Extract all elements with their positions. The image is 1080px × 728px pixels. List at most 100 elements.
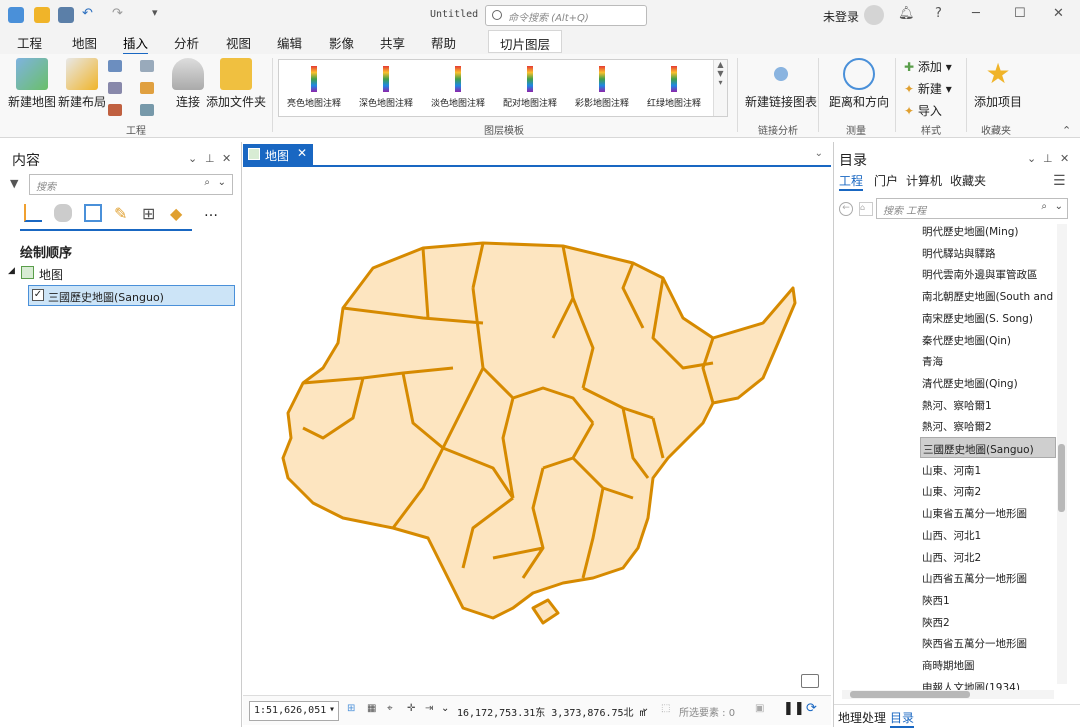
catalog-map-item[interactable]: 山西、河北2 [920,546,1056,567]
catalog-map-item[interactable]: 山東、河南2 [920,480,1056,501]
catalog-map-item[interactable]: 秦代歷史地圖(Qin) [920,329,1056,350]
template-item[interactable]: 亮色地图注释 [287,66,341,109]
catalog-map-item[interactable]: 山東省五萬分一地形圖 [920,502,1056,523]
scroll-thumb[interactable] [1058,444,1065,512]
filter-icon[interactable]: ▼ [10,177,18,190]
collapse-ribbon-icon[interactable]: ⌃ [1062,124,1071,137]
pause-icon[interactable]: ❚❚ [783,701,805,716]
redo-icon[interactable]: ↷ [112,6,123,21]
catalog-search-input[interactable]: 搜索 工程 ⌕ ⌄ [876,198,1068,219]
close-icon[interactable]: ✕ [1053,6,1064,21]
more-icon[interactable]: … [204,204,222,222]
tab-share[interactable]: 共享 [380,33,405,52]
scroll-thumb[interactable] [850,691,970,698]
template-item[interactable]: 深色地图注释 [359,66,413,109]
bell-icon[interactable]: 🔔︎ [898,6,915,21]
home-icon[interactable]: ⌂ [859,202,873,216]
pin-icon[interactable]: ⊥ [1043,152,1053,165]
map-navigator-icon[interactable] [801,674,819,688]
crosshair-icon[interactable]: ✛ [407,703,415,714]
new-layout-button[interactable]: 新建布局 [58,58,106,110]
tab-help[interactable]: 帮助 [431,33,456,52]
list-by-selection-icon[interactable] [84,204,102,222]
catalog-map-item[interactable]: 山東、河南1 [920,459,1056,480]
map-view[interactable]: 地图 ✕ ⌄ 1:51,626,051 ▾ ⊞ ▦ ⌖ ✛ ⇥ ⌄ 16,172… [243,142,831,727]
tab-analysis[interactable]: 分析 [174,33,199,52]
add-item-button[interactable]: ★ 添加项目 [974,58,1022,110]
gallery-scroll[interactable]: ▲ ▼ ▾ [713,60,727,116]
snapping-icon[interactable]: ⌖ [387,703,393,714]
horizontal-scrollbar[interactable] [842,690,1054,699]
catalog-map-item[interactable]: 三國歷史地圖(Sanguo) [920,437,1056,458]
catalog-map-item[interactable]: 明代歷史地圖(Ming) [920,220,1056,241]
maximize-icon[interactable]: ☐ [1014,6,1026,21]
save-icon[interactable] [58,7,74,23]
catalog-map-item[interactable]: 青海 [920,350,1056,371]
report-icon[interactable] [108,60,122,72]
style-import-button[interactable]: ✦ 导入 [904,102,942,119]
tab-catalog-portal[interactable]: 门户 [874,172,898,189]
help-icon[interactable]: ? [935,6,942,21]
tab-edit[interactable]: 编辑 [277,33,302,52]
map-canvas[interactable] [243,168,831,688]
tab-map[interactable]: 地图 [72,33,97,52]
chevron-down-icon[interactable]: ⌄ [641,703,649,714]
catalog-map-item[interactable]: 山西省五萬分一地形圖 [920,567,1056,588]
catalog-map-item[interactable]: 明代雲南外邊與軍管政區 [920,263,1056,284]
add-folder-button[interactable]: 添加文件夹 [206,58,266,110]
list-by-drawing-order-icon[interactable] [24,204,42,222]
catalog-map-item[interactable]: 明代驛站與驛路 [920,242,1056,263]
catalog-map-item[interactable]: 南宋歷史地圖(S. Song) [920,307,1056,328]
python-icon[interactable] [140,104,154,116]
catalog-map-item[interactable]: 商時期地圖 [920,654,1056,675]
tab-view[interactable]: 视图 [226,33,251,52]
scale-selector[interactable]: 1:51,626,051 ▾ [249,701,339,721]
template-item[interactable]: 彩影地图注释 [575,66,629,109]
catalog-map-item[interactable]: 山西、河北1 [920,524,1056,545]
layer-row[interactable]: ✓ 三國歷史地圖(Sanguo) [28,285,235,306]
catalog-map-item[interactable]: 陝西2 [920,611,1056,632]
style-add-button[interactable]: ✚ 添加 ▾ [904,58,952,75]
tab-insert[interactable]: 插入 [123,33,149,55]
connect-button[interactable]: 连接 [172,58,204,110]
map-node[interactable]: 地图 [39,266,63,283]
distance-direction-button[interactable]: 距离和方向 [829,58,889,110]
catalog-map-item[interactable]: 熱河、察哈爾1 [920,394,1056,415]
toolbox-add-icon[interactable] [108,104,122,116]
task-icon[interactable] [140,60,154,72]
vertical-scrollbar[interactable] [1057,224,1067,684]
tab-project[interactable]: 工程 [17,33,42,52]
customize-qat-icon[interactable]: ▾ [152,6,158,19]
list-by-source-icon[interactable] [54,204,72,222]
open-icon[interactable] [34,7,50,23]
catalog-map-item[interactable]: 清代歷史地圖(Qing) [920,372,1056,393]
pencil-icon[interactable]: ✎ [114,204,132,223]
pin-icon[interactable]: ⊥ [205,152,215,165]
template-item[interactable]: 红绿地图注释 [647,66,701,109]
command-search-input[interactable]: 命令搜索 (Alt+Q) [485,5,647,26]
back-icon[interactable]: ← [839,202,853,216]
undo-icon[interactable]: ↶ [82,6,93,21]
map-island[interactable] [531,598,560,625]
tab-catalog[interactable]: 目录 [890,709,915,728]
tab-tile-layer[interactable]: 切片图层 [488,30,562,53]
catalog-map-item[interactable]: 陝西省五萬分一地形圖 [920,632,1056,653]
minimize-icon[interactable]: ─ [972,6,980,21]
pane-menu-icon[interactable]: ⌄ [188,152,197,165]
template-item[interactable]: 配对地图注释 [503,66,557,109]
chevron-down-icon[interactable]: ⌄ [441,703,449,714]
toolbox-icon[interactable] [108,82,122,94]
catalog-map-item[interactable]: 陝西1 [920,589,1056,610]
direction-icon[interactable]: ⇥ [425,703,433,714]
tab-catalog-computer[interactable]: 计算机 [906,172,942,189]
hamburger-menu-icon[interactable]: ☰ [1053,173,1066,189]
refresh-icon[interactable]: ⟳ [806,701,817,716]
avatar[interactable] [864,5,884,25]
style-new-button[interactable]: ✦ 新建 ▾ [904,80,952,97]
close-pane-icon[interactable]: ✕ [1060,152,1069,165]
labeling-icon[interactable]: ◆ [170,204,188,223]
pane-menu-icon[interactable]: ⌄ [1027,152,1036,165]
tab-catalog-project[interactable]: 工程 [839,172,864,191]
catalog-map-item[interactable]: 南北朝歷史地圖(South and [920,285,1056,306]
user-status[interactable]: 未登录 [823,8,859,25]
